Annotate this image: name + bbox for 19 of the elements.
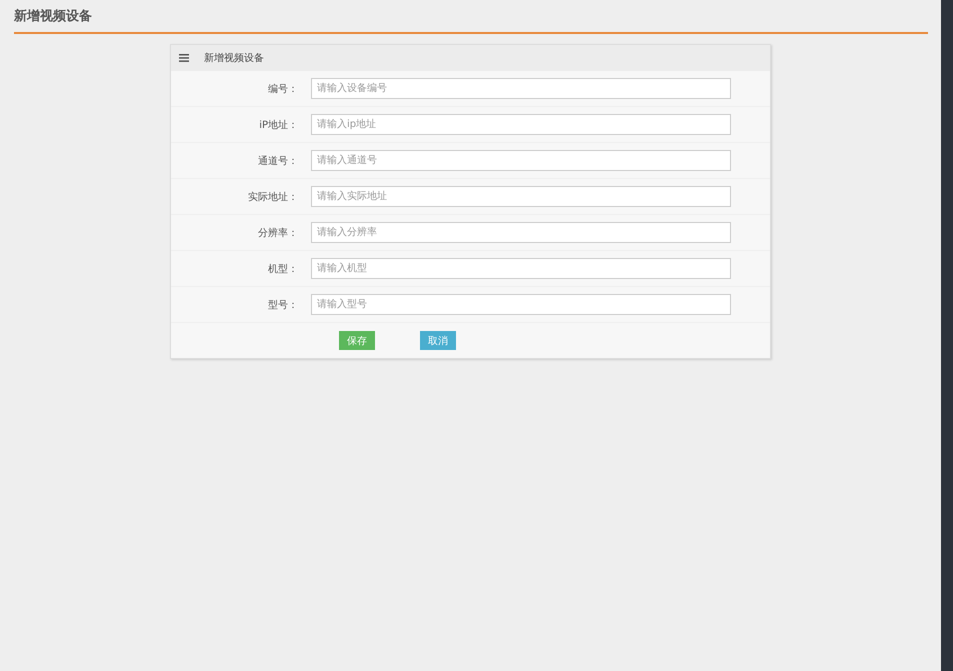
input-field[interactable]: 请输入ip地址 — [311, 114, 731, 135]
input-field[interactable]: 请输入机型 — [311, 258, 731, 279]
field-label: 分辨率： — [257, 226, 299, 240]
field-label: iP地址： — [258, 118, 299, 132]
input-field[interactable]: 请输入型号 — [311, 294, 731, 315]
field-label: 编号： — [267, 82, 299, 96]
input-field[interactable]: 请输入通道号 — [311, 150, 731, 171]
save-button[interactable]: 保存 — [339, 331, 375, 350]
input-field[interactable]: 请输入设备编号 — [311, 78, 731, 99]
input-field[interactable]: 请输入分辨率 — [311, 222, 731, 243]
field-label: 型号： — [267, 298, 299, 312]
panel-title: 新增视频设备 — [204, 52, 264, 65]
field-label: 通道号： — [257, 154, 299, 168]
page-title: 新增视频设备 — [14, 8, 92, 26]
menu-icon — [179, 54, 189, 62]
field-label: 机型： — [267, 262, 299, 276]
input-field[interactable]: 请输入实际地址 — [311, 186, 731, 207]
field-label: 实际地址： — [247, 190, 299, 204]
cancel-button[interactable]: 取消 — [420, 331, 456, 350]
